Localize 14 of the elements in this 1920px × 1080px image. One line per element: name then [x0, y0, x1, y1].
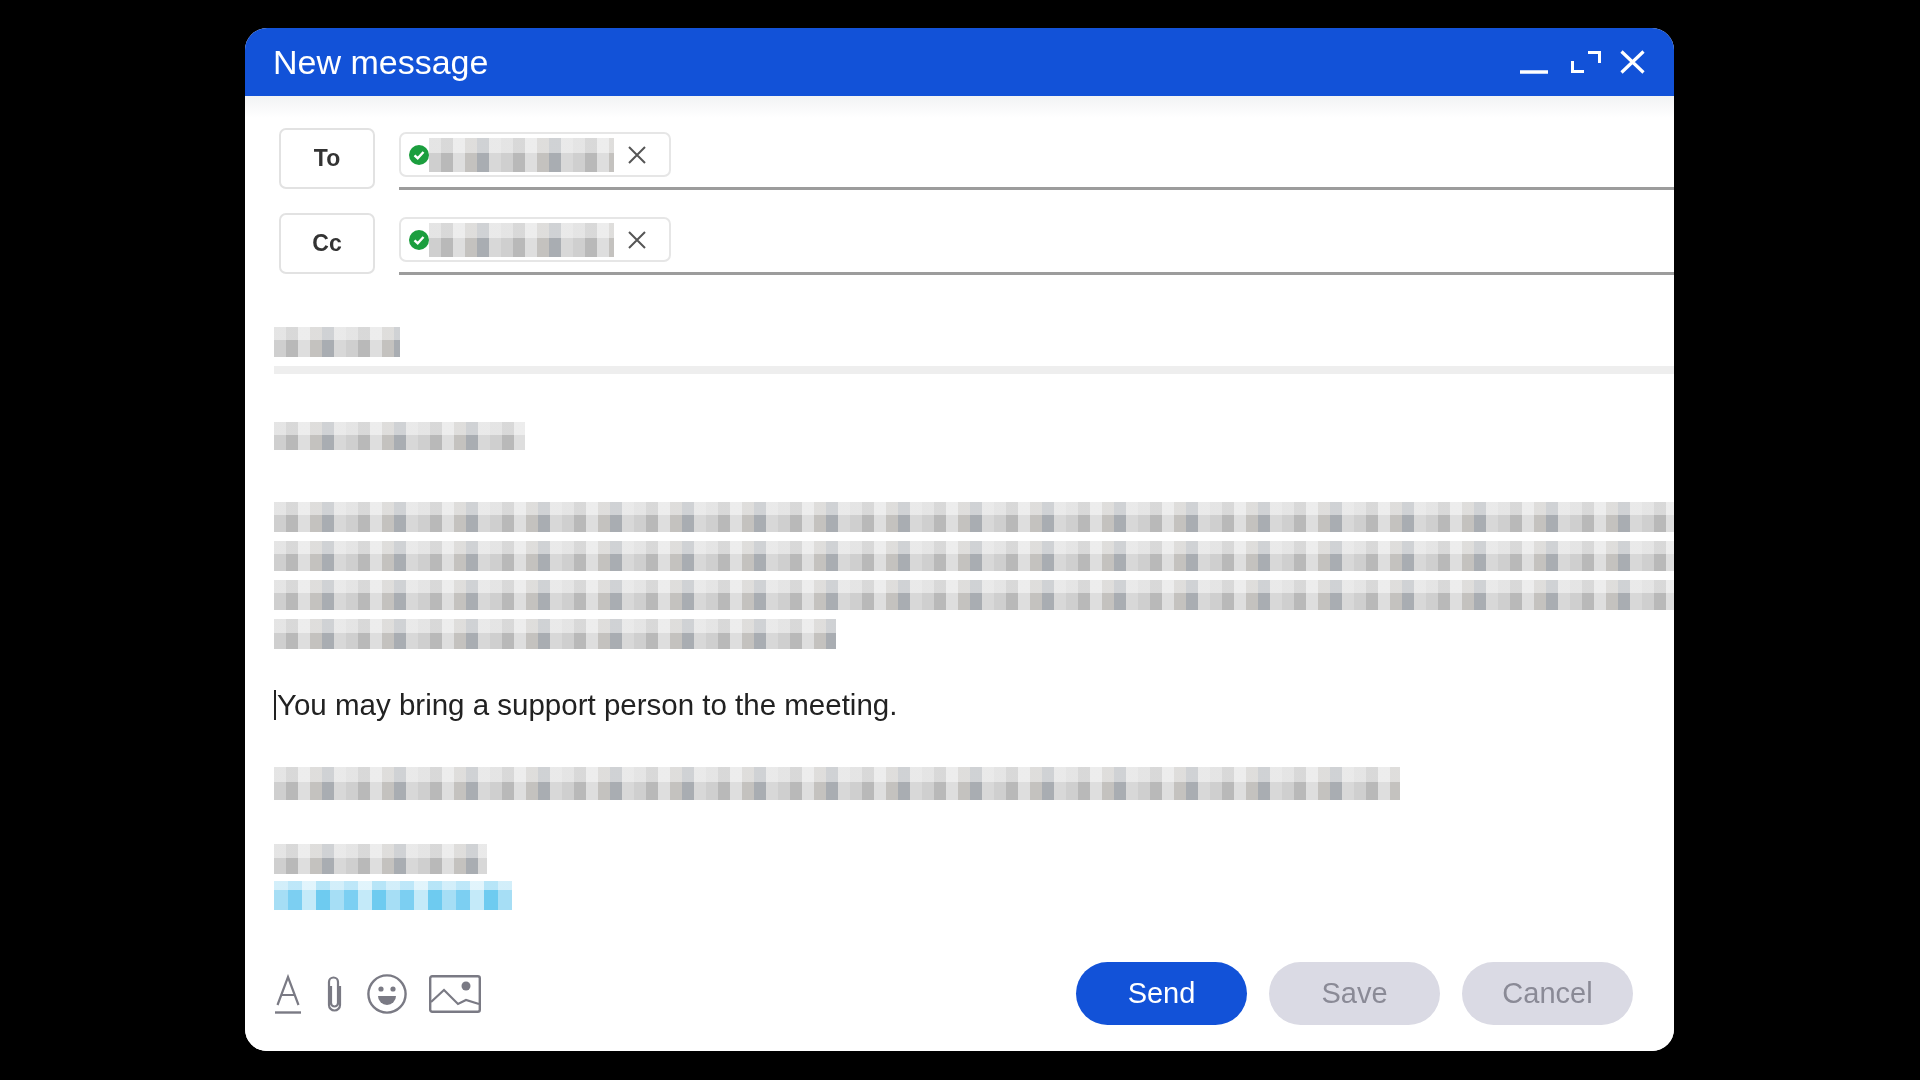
recipient-chip[interactable]: [399, 132, 671, 177]
recipient-type-button[interactable]: To: [279, 128, 375, 189]
image-icon[interactable]: [429, 974, 481, 1013]
close-icon[interactable]: [628, 230, 646, 249]
text-format-icon[interactable]: [274, 973, 302, 1014]
smiley-icon[interactable]: [367, 973, 407, 1014]
close-icon[interactable]: [628, 145, 646, 164]
recipient-type-button[interactable]: Cc: [279, 213, 375, 274]
action-button[interactable]: Send: [1076, 962, 1247, 1025]
body-text: You may bring a support person to the meeting.: [277, 687, 898, 723]
window-title: New message: [273, 42, 489, 82]
subject-field[interactable]: [274, 327, 1674, 374]
maximize-icon[interactable]: [1571, 51, 1601, 73]
recipient-chip[interactable]: [399, 217, 671, 262]
